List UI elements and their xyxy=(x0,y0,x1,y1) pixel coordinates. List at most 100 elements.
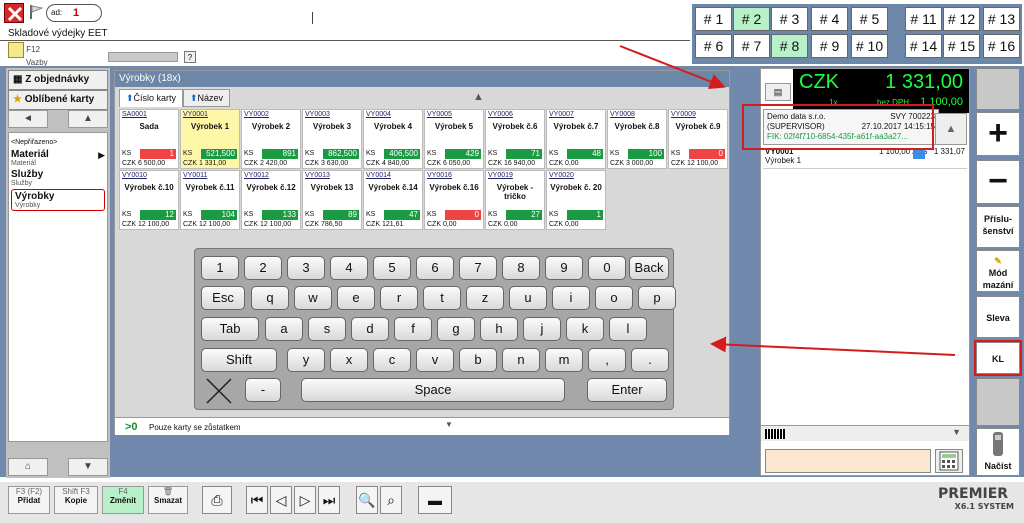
product-card[interactable]: VY0009 Výrobek č.9 KS 0 CZK 12 100,00 xyxy=(668,109,728,169)
key-x[interactable]: . xyxy=(631,348,669,372)
key-x[interactable]: x xyxy=(330,348,368,372)
copy-button[interactable]: Shift F3 Kopie xyxy=(54,486,98,514)
keyboard-hide-icon[interactable] xyxy=(205,377,233,405)
key-i[interactable]: i xyxy=(552,286,590,310)
close-button[interactable] xyxy=(4,3,24,23)
key-b[interactable]: b xyxy=(459,348,497,372)
help-button[interactable]: ? xyxy=(184,51,196,63)
key-shift[interactable]: Shift xyxy=(201,348,277,372)
key-f[interactable]: f xyxy=(394,317,432,341)
product-card[interactable]: VY0011 Výrobek č.11 KS 104 CZK 12 100,00 xyxy=(180,170,240,230)
home-button[interactable]: ⌂ xyxy=(8,458,48,476)
key-8[interactable]: 8 xyxy=(502,256,540,280)
favorites-button[interactable]: ★ Oblíbené karty xyxy=(8,90,108,110)
filter-button[interactable]: ⌕ xyxy=(380,486,402,514)
product-card[interactable]: VY0003 Výrobek 3 KS 862,500 CZK 3 630,00 xyxy=(302,109,362,169)
slot-button[interactable]: # 16 xyxy=(983,34,1020,58)
key-h[interactable]: h xyxy=(480,317,518,341)
accessories-button[interactable]: Příslu- šenství xyxy=(976,206,1020,248)
key-x[interactable]: , xyxy=(588,348,626,372)
key-n[interactable]: n xyxy=(502,348,540,372)
key-enter[interactable]: Enter xyxy=(587,378,667,402)
key-w[interactable]: w xyxy=(294,286,332,310)
last-record-button[interactable]: ⏭ xyxy=(318,486,340,514)
key-t[interactable]: t xyxy=(423,286,461,310)
key-3[interactable]: 3 xyxy=(287,256,325,280)
product-card[interactable]: VY0020 Výrobek č. 20 KS 1 CZK 0,00 xyxy=(546,170,606,230)
key-2[interactable]: 2 xyxy=(244,256,282,280)
key-p[interactable]: p xyxy=(638,286,676,310)
slot-button[interactable]: # 13 xyxy=(983,7,1020,31)
minus-button[interactable]: − xyxy=(976,160,1020,204)
key-u[interactable]: u xyxy=(509,286,547,310)
nav-left-button[interactable]: ◄ xyxy=(8,110,48,128)
key-6[interactable]: 6 xyxy=(416,256,454,280)
product-card[interactable]: VY0008 Výrobek č.8 KS 100 CZK 3 000,00 xyxy=(607,109,667,169)
receipt-up-button[interactable]: ▲ xyxy=(935,113,967,145)
slot-button[interactable]: # 14 xyxy=(905,34,942,58)
print-button[interactable]: ⎙ xyxy=(202,486,232,514)
receipt-icon[interactable]: ▤ xyxy=(765,83,791,101)
unassigned-item[interactable]: <Nepřiřazeno> xyxy=(11,139,105,146)
product-card[interactable]: VY0016 Výrobek č.16 KS 0 CZK 0,00 xyxy=(424,170,484,230)
key-k[interactable]: k xyxy=(566,317,604,341)
key-5[interactable]: 5 xyxy=(373,256,411,280)
scroll-top-button[interactable] xyxy=(976,68,1020,110)
product-card[interactable]: VY0002 Výrobek 2 KS 891 CZK 2 420,00 xyxy=(241,109,301,169)
key-r[interactable]: r xyxy=(380,286,418,310)
key-1[interactable]: 1 xyxy=(201,256,239,280)
product-card[interactable]: VY0019 Výrobek - tričko KS 27 CZK 0,00 xyxy=(485,170,545,230)
slot-button[interactable]: # 4 xyxy=(811,7,848,31)
key-esc[interactable]: Esc xyxy=(201,286,245,310)
slot-button[interactable]: # 8 xyxy=(771,34,808,58)
slot-button[interactable]: # 15 xyxy=(943,34,980,58)
previous-record-button[interactable]: ◁ xyxy=(270,486,292,514)
key-c[interactable]: c xyxy=(373,348,411,372)
key-v[interactable]: v xyxy=(416,348,454,372)
scroll-down-icon[interactable]: ▼ xyxy=(445,420,453,429)
tab-name[interactable]: ⬆Název xyxy=(183,89,231,107)
slot-button[interactable]: # 10 xyxy=(851,34,888,58)
key-o[interactable]: o xyxy=(595,286,633,310)
plus-button[interactable]: + xyxy=(976,112,1020,156)
key-9[interactable]: 9 xyxy=(545,256,583,280)
product-card[interactable]: VY0014 Výrobek č.14 KS 47 CZK 121,61 xyxy=(363,170,423,230)
key-0[interactable]: 0 xyxy=(588,256,626,280)
next-record-button[interactable]: ▷ xyxy=(294,486,316,514)
add-button[interactable]: F3 (F2) Přidat xyxy=(8,486,50,514)
cash-drawer-button[interactable]: ▬ xyxy=(418,486,452,514)
product-card[interactable]: VY0006 Výrobek č.6 KS 71 CZK 16 940,00 xyxy=(485,109,545,169)
delete-button[interactable]: 🗑 Smazat xyxy=(148,486,188,514)
category-materials[interactable]: Materiál Materiál ▶ xyxy=(11,149,105,167)
key-back[interactable]: Back xyxy=(629,256,669,280)
key-tab[interactable]: Tab xyxy=(201,317,259,341)
slot-button[interactable]: # 5 xyxy=(851,7,888,31)
key-a[interactable]: a xyxy=(265,317,303,341)
key-y[interactable]: y xyxy=(287,348,325,372)
key-space[interactable]: Space xyxy=(301,378,565,402)
product-card[interactable]: VY0010 Výrobek č.10 KS 12 CZK 12 100,00 xyxy=(119,170,179,230)
product-card[interactable]: VY0004 Výrobek 4 KS 406,500 CZK 4 840,00 xyxy=(363,109,423,169)
scan-input[interactable] xyxy=(765,449,931,473)
load-button[interactable]: Načíst xyxy=(976,428,1020,476)
slot-button[interactable]: # 9 xyxy=(811,34,848,58)
product-card[interactable]: VY0007 Výrobek č.7 KS 48 CZK 0,00 xyxy=(546,109,606,169)
slot-button[interactable]: # 3 xyxy=(771,7,808,31)
change-button[interactable]: F4 Změnit xyxy=(102,486,144,514)
category-products[interactable]: Výrobky Výrobky xyxy=(11,189,105,211)
key-g[interactable]: g xyxy=(437,317,475,341)
product-card[interactable]: VY0012 Výrobek č.12 KS 133 CZK 12 100,00 xyxy=(241,170,301,230)
slot-button[interactable]: # 11 xyxy=(905,7,942,31)
discount-button[interactable]: Sleva xyxy=(976,296,1020,338)
receipt-line[interactable]: VY0001 Výrobek 1 1 100,00 / KS 1 331,07 xyxy=(763,147,967,169)
key-7[interactable]: 7 xyxy=(459,256,497,280)
key-e[interactable]: e xyxy=(337,286,375,310)
key-q[interactable]: q xyxy=(251,286,289,310)
key-d[interactable]: d xyxy=(351,317,389,341)
calculator-button[interactable] xyxy=(935,449,963,473)
tab-card-number[interactable]: ⬆Číslo karty xyxy=(119,89,184,107)
vazby-button[interactable]: F12 Vazby xyxy=(8,42,48,67)
slot-button[interactable]: # 6 xyxy=(695,34,732,58)
product-card[interactable]: VY0013 Výrobek 13 KS 89 CZK 786,50 xyxy=(302,170,362,230)
key-j[interactable]: j xyxy=(523,317,561,341)
